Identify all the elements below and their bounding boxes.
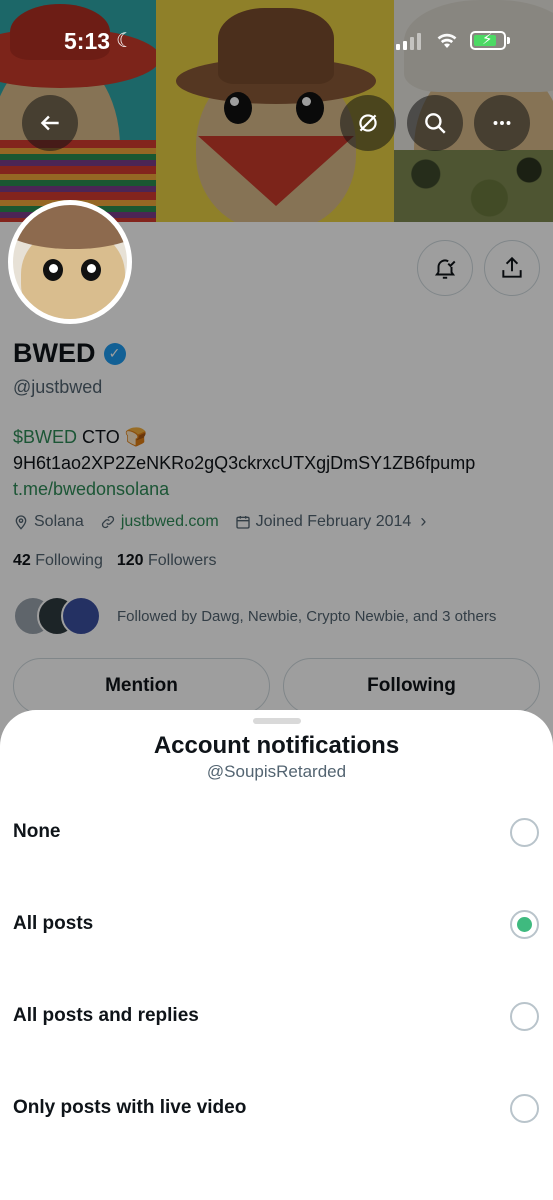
wifi-icon (437, 33, 457, 48)
back-arrow-icon (40, 115, 59, 131)
search-icon (425, 113, 446, 134)
more-button[interactable] (474, 95, 530, 151)
sheet-grab-handle[interactable] (253, 718, 301, 724)
back-button[interactable] (22, 95, 78, 151)
radio-button[interactable] (510, 817, 539, 847)
radio-button-selected[interactable] (510, 909, 539, 939)
radio-button[interactable] (510, 1001, 539, 1031)
sheet-title: Account notifications (153, 732, 400, 759)
sheet-subtitle: @SoupisRetarded (206, 762, 347, 781)
option-all-posts[interactable]: All posts (0, 878, 553, 970)
option-all-posts-and-replies[interactable]: All posts and replies (0, 970, 553, 1062)
more-icon (493, 121, 511, 125)
avatar[interactable] (8, 200, 132, 324)
search-button[interactable] (407, 95, 463, 151)
option-label: All posts and replies (13, 1005, 199, 1026)
option-label: None (13, 821, 61, 842)
moon-icon: ☾ (116, 30, 134, 52)
translate-off-icon (359, 114, 377, 132)
status-time: 5:13 (64, 28, 111, 54)
option-live-video[interactable]: Only posts with live video (0, 1062, 553, 1154)
translate-button[interactable] (340, 95, 396, 151)
signal-icon (396, 32, 421, 50)
option-label: All posts (13, 913, 94, 934)
account-notifications-sheet: Account notifications @SoupisRetarded No… (0, 710, 553, 1200)
battery-icon: ⚡ (470, 31, 510, 50)
option-none[interactable]: None (0, 786, 553, 878)
status-bar: 5:13 ☾ ⚡ (0, 22, 553, 62)
radio-button[interactable] (510, 1093, 539, 1123)
option-label: Only posts with live video (13, 1097, 247, 1118)
